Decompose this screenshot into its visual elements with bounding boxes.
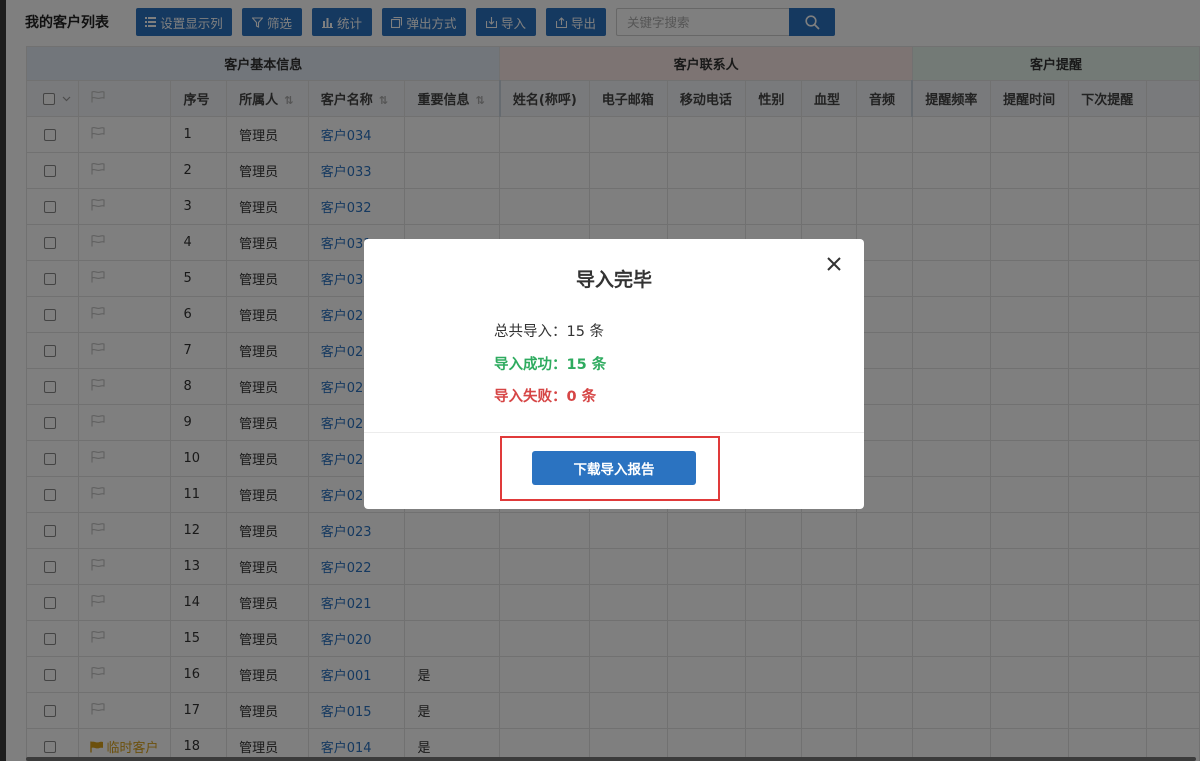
import-fail-text: 导入失败：0 条 (494, 389, 597, 405)
total-imported-text: 总共导入：15 条 (494, 324, 605, 340)
close-button[interactable] (824, 254, 844, 274)
import-success-text: 导入成功：15 条 (494, 357, 607, 373)
dialog-divider (364, 432, 864, 433)
download-report-button[interactable]: 下载导入报告 (532, 451, 696, 485)
close-icon (827, 257, 841, 271)
dialog-title: 导入完毕 (575, 269, 652, 291)
import-complete-dialog: 导入完毕 总共导入：15 条 导入成功：15 条 导入失败：0 条 下载导入报告 (364, 239, 864, 509)
